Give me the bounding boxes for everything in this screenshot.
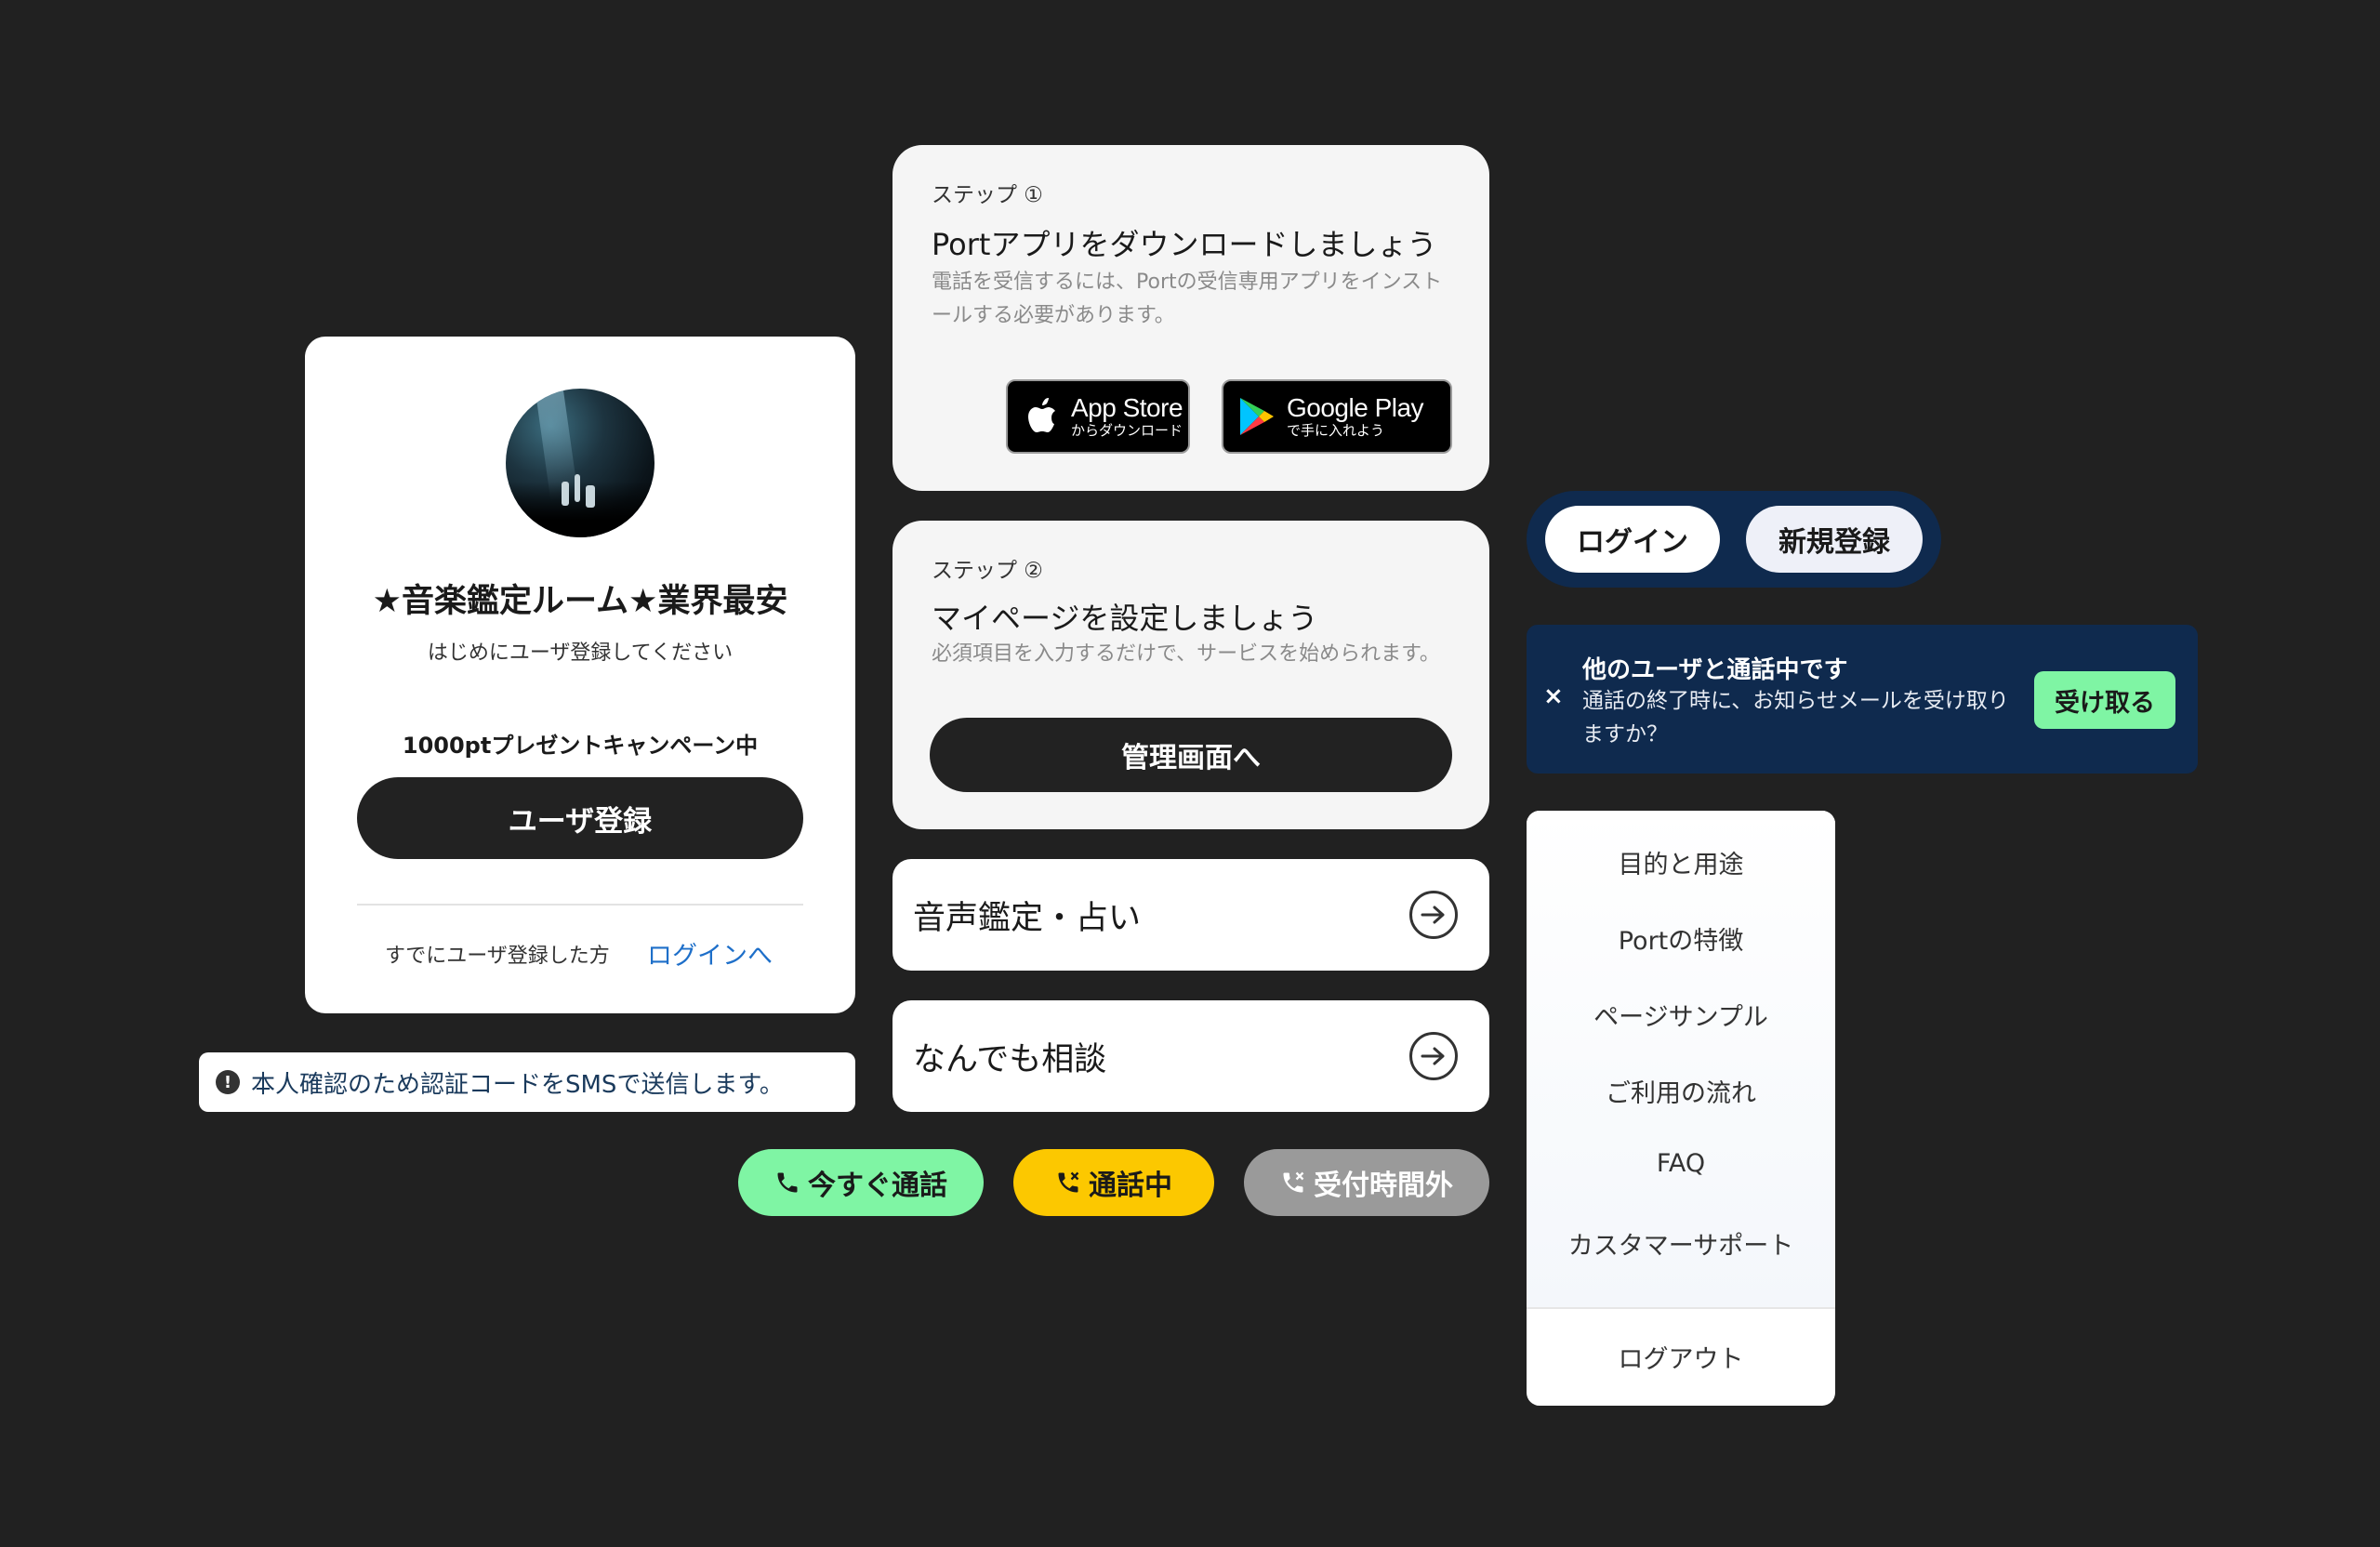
profile-subtitle: はじめにユーザ登録してください	[427, 641, 734, 665]
category-consultation[interactable]: なんでも相談	[892, 1000, 1489, 1112]
menu-item-flow[interactable]: ご利用の流れ	[1527, 1073, 1835, 1109]
sms-notice-text: 本人確認のため認証コードをSMSで送信します。	[251, 1070, 784, 1099]
profile-card: ★音楽鑑定ルーム★業界最安 はじめにユーザ登録してください 1000ptプレゼン…	[305, 337, 855, 1013]
phone-icon	[774, 1170, 800, 1196]
profile-title: ★音楽鑑定ルーム★業界最安	[372, 583, 788, 620]
receive-button[interactable]: 受け取る	[2034, 671, 2175, 729]
busy-label: 通話中	[1089, 1170, 1172, 1202]
auth-group: ログイン 新規登録	[1527, 491, 1941, 588]
app-store-main: App Store	[1071, 393, 1183, 422]
call-now-pill[interactable]: 今すぐ通話	[738, 1149, 984, 1216]
notification-title: 他のユーザと通話中です	[1582, 656, 1848, 684]
phone-missed-icon	[1280, 1170, 1306, 1196]
google-play-badge[interactable]: Google Play で手に入れよう	[1222, 379, 1452, 454]
call-notification: × 他のユーザと通話中です 通話の終了時に、お知らせメールを受け取りますか？ 受…	[1527, 625, 2198, 774]
menu-item-samples[interactable]: ページサンプル	[1527, 997, 1835, 1033]
login-button[interactable]: ログイン	[1545, 506, 1720, 573]
step2-description: 必須項目を入力するだけで、サービスを始められます。	[932, 642, 1440, 666]
register-button[interactable]: ユーザ登録	[357, 777, 803, 859]
call-now-label: 今すぐ通話	[808, 1170, 947, 1202]
google-play-icon	[1236, 396, 1277, 437]
category-label: なんでも相談	[913, 1040, 1107, 1078]
app-store-badge[interactable]: App Store からダウンロード	[1006, 379, 1190, 454]
step1-card: ステップ ① Portアプリをダウンロードしましょう 電話を受信するには、Por…	[892, 145, 1489, 491]
step2-title: マイページを設定しましょう	[932, 601, 1318, 636]
already-registered-text: すでにユーザ登録した方	[385, 945, 610, 968]
sms-notice: ! 本人確認のため認証コードをSMSで送信します。	[199, 1052, 855, 1112]
google-play-main: Google Play	[1287, 393, 1424, 422]
step2-card: ステップ ② マイページを設定しましょう 必須項目を入力するだけで、サービスを始…	[892, 521, 1489, 829]
phone-busy-icon	[1055, 1170, 1081, 1196]
app-store-sub: からダウンロード	[1071, 422, 1183, 439]
avatar	[506, 389, 654, 537]
google-play-sub: で手に入れよう	[1287, 422, 1385, 439]
step1-label: ステップ ①	[932, 183, 1043, 207]
category-fortune[interactable]: 音声鑑定・占い	[892, 859, 1489, 971]
arrow-right-circle-icon	[1409, 1032, 1458, 1080]
menu-item-logout[interactable]: ログアウト	[1527, 1339, 1835, 1375]
apple-icon	[1021, 396, 1062, 437]
campaign-text: 1000ptプレゼントキャンペーン中	[402, 733, 759, 759]
busy-pill: 通話中	[1013, 1149, 1214, 1216]
off-hours-pill: 受付時間外	[1244, 1149, 1489, 1216]
menu-item-features[interactable]: Portの特徴	[1527, 920, 1835, 957]
signup-button[interactable]: 新規登録	[1746, 506, 1923, 573]
off-hours-label: 受付時間外	[1314, 1170, 1453, 1202]
step2-label: ステップ ②	[932, 559, 1043, 583]
dropdown-menu: 目的と用途 Portの特徴 ページサンプル ご利用の流れ FAQ カスタマーサポ…	[1527, 811, 1835, 1406]
menu-divider	[1527, 1307, 1835, 1309]
menu-item-purpose[interactable]: 目的と用途	[1527, 844, 1835, 880]
step1-description: 電話を受信するには、Portの受信専用アプリをインストールする必要があります。	[932, 271, 1443, 327]
notification-body: 通話の終了時に、お知らせメールを受け取りますか？	[1582, 689, 2009, 747]
login-link[interactable]: ログインへ	[647, 935, 773, 972]
step1-title: Portアプリをダウンロードしましょう	[932, 227, 1437, 262]
info-icon: !	[216, 1070, 240, 1094]
admin-panel-button[interactable]: 管理画面へ	[930, 718, 1452, 792]
menu-item-support[interactable]: カスタマーサポート	[1527, 1225, 1835, 1262]
close-icon[interactable]: ×	[1543, 682, 1564, 710]
arrow-right-circle-icon	[1409, 891, 1458, 939]
divider	[357, 904, 803, 906]
menu-item-faq[interactable]: FAQ	[1527, 1149, 1835, 1178]
category-label: 音声鑑定・占い	[913, 899, 1142, 937]
